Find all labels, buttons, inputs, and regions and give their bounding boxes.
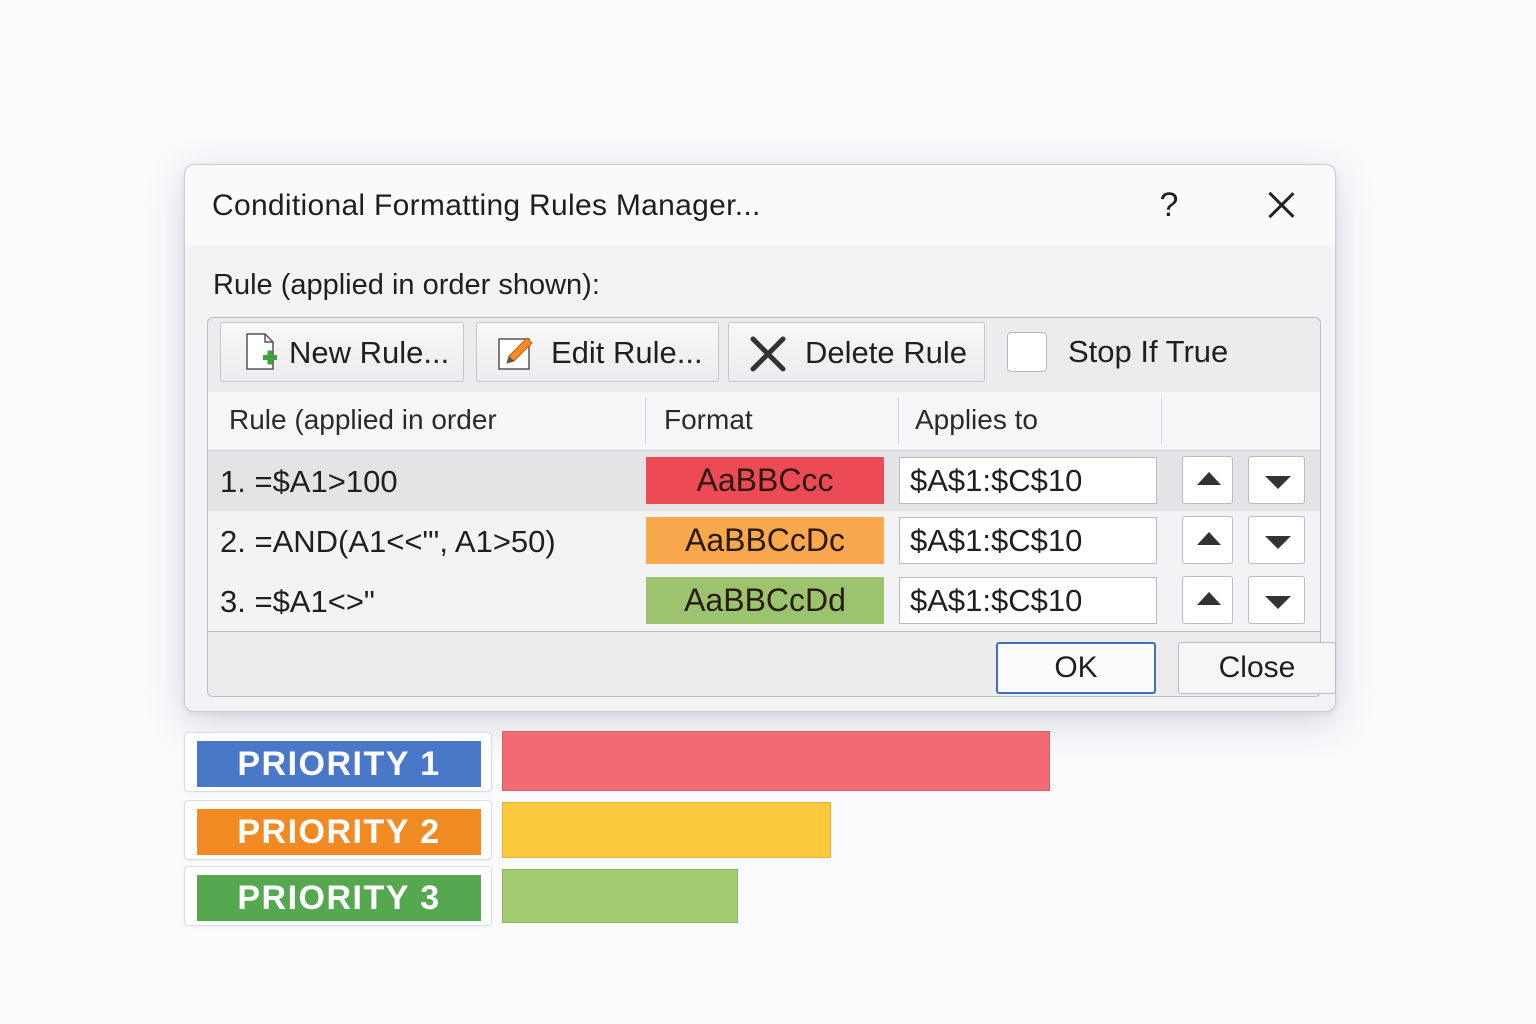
rule-row-1[interactable]: 1. =$A1>100 AaBBCcc $A$1:$C$10 <box>208 451 1320 512</box>
new-document-icon <box>246 333 277 370</box>
move-up-button[interactable] <box>1182 516 1233 564</box>
pencil-icon <box>498 337 533 370</box>
header-rule: Rule (applied in order <box>229 404 497 435</box>
title-bar: Conditional Formatting Rules Manager... … <box>185 165 1335 245</box>
priority-card-3: PRIORITY 3 <box>184 866 492 926</box>
delete-x-icon <box>750 336 786 372</box>
rules-manager-dialog: Conditional Formatting Rules Manager... … <box>184 164 1336 712</box>
move-down-button[interactable] <box>1248 516 1305 564</box>
delete-rule-button[interactable]: Delete Rule <box>728 322 985 382</box>
priority-label: PRIORITY 2 <box>197 809 481 855</box>
move-up-button[interactable] <box>1182 576 1233 624</box>
stop-if-true-label: Stop If True <box>1068 334 1229 369</box>
dialog-title: Conditional Formatting Rules Manager... <box>212 189 761 222</box>
applies-to-field[interactable]: $A$1:$C$10 <box>899 457 1157 504</box>
rule-formula: 3. =$A1<>" <box>220 584 375 619</box>
priority-bar-2 <box>502 802 831 858</box>
arrow-down-icon <box>1265 536 1291 549</box>
edit-rule-label: Edit Rule... <box>551 335 703 370</box>
arrow-up-icon <box>1197 472 1221 485</box>
arrow-up-icon <box>1197 592 1221 605</box>
header-divider <box>1161 398 1162 444</box>
rule-row-2[interactable]: 2. =AND(A1<<"', A1>50) AaBBCcDc $A$1:$C$… <box>208 511 1320 572</box>
priority-card-1: PRIORITY 1 <box>184 732 492 792</box>
priority-label: PRIORITY 1 <box>197 741 481 787</box>
move-up-button[interactable] <box>1182 456 1233 504</box>
ok-button[interactable]: OK <box>996 642 1156 694</box>
header-applies-to: Applies to <box>915 404 1038 435</box>
rule-formula: 2. =AND(A1<<"', A1>50) <box>220 524 556 559</box>
header-format: Format <box>664 404 753 435</box>
help-button[interactable]: ? <box>1149 183 1189 227</box>
rules-table-header: Rule (applied in order Format Applies to <box>208 392 1320 451</box>
arrow-down-icon <box>1265 596 1291 609</box>
rules-toolbar: New Rule... Edit Rule... Delete Rule Sto… <box>208 318 1320 393</box>
move-down-button[interactable] <box>1248 456 1305 504</box>
priority-card-2: PRIORITY 2 <box>184 800 492 860</box>
arrow-up-icon <box>1197 532 1221 545</box>
priority-label: PRIORITY 3 <box>197 875 481 921</box>
format-preview: AaBBCcDd <box>646 577 884 624</box>
section-label: Rule (applied in order shown): <box>213 269 600 301</box>
format-preview: AaBBCcc <box>646 457 884 504</box>
format-preview: AaBBCcDc <box>646 517 884 564</box>
stop-if-true-checkbox[interactable] <box>1007 332 1047 372</box>
rules-panel: New Rule... Edit Rule... Delete Rule Sto… <box>207 317 1336 697</box>
new-rule-button[interactable]: New Rule... <box>220 322 464 382</box>
close-button[interactable]: Close <box>1178 642 1336 694</box>
priority-bar-1 <box>502 731 1050 791</box>
close-icon[interactable] <box>1261 185 1301 225</box>
arrow-down-icon <box>1265 476 1291 489</box>
edit-rule-button[interactable]: Edit Rule... <box>476 322 719 382</box>
delete-rule-label: Delete Rule <box>805 335 967 370</box>
applies-to-field[interactable]: $A$1:$C$10 <box>899 577 1157 624</box>
header-divider <box>645 398 646 444</box>
applies-to-field[interactable]: $A$1:$C$10 <box>899 517 1157 564</box>
rule-formula: 1. =$A1>100 <box>220 464 398 499</box>
header-divider <box>898 398 899 444</box>
priority-bar-3 <box>502 869 738 923</box>
rule-row-3[interactable]: 3. =$A1<>" AaBBCcDd $A$1:$C$10 <box>208 571 1320 632</box>
new-rule-label: New Rule... <box>289 335 450 370</box>
move-down-button[interactable] <box>1248 576 1305 624</box>
